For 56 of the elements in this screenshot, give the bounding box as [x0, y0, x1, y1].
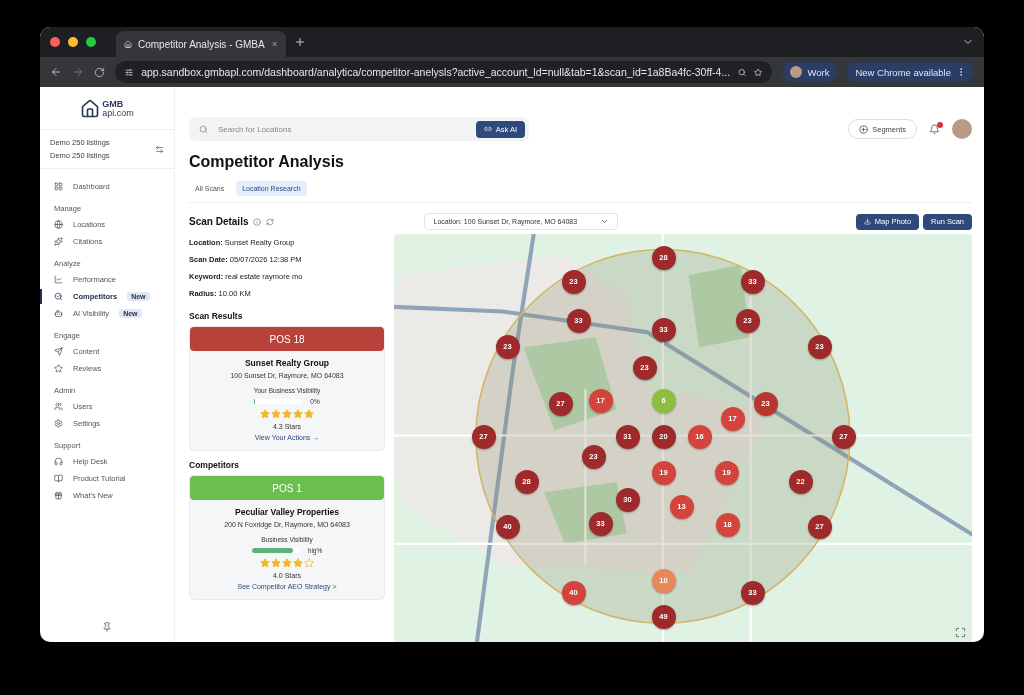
- users-icon: [54, 402, 63, 411]
- star-icon: [271, 409, 281, 419]
- business-name: Sunset Realty Group: [244, 358, 330, 368]
- star-icon: [282, 409, 292, 419]
- chevron-down-icon: [600, 217, 610, 226]
- star-icon: [282, 558, 292, 568]
- avatar[interactable]: [952, 119, 972, 139]
- minimize-dot[interactable]: [68, 37, 78, 47]
- close-icon[interactable]: [270, 39, 278, 49]
- star-icon: [54, 364, 63, 373]
- star-icon: [304, 409, 314, 419]
- switch-icon[interactable]: [155, 144, 164, 154]
- book-icon: [54, 474, 63, 483]
- back-icon[interactable]: [50, 66, 62, 78]
- link-icon: [483, 125, 492, 133]
- pin-icon[interactable]: [102, 622, 112, 632]
- business-name: Peculiar Valley Properties: [235, 507, 339, 517]
- fullscreen-icon[interactable]: [955, 627, 966, 638]
- star-icon: [271, 558, 281, 568]
- gift-icon: [54, 491, 63, 500]
- position-banner: POS 18: [190, 327, 384, 351]
- section-title: Competitors: [189, 460, 241, 470]
- browser-tab[interactable]: Competitor Analysis - GMBA: [116, 31, 286, 57]
- logo: GMB api.com: [40, 99, 174, 130]
- section-title: Scan Details: [189, 216, 249, 227]
- star-icon: [260, 558, 270, 568]
- section-title: Scan Results: [189, 311, 244, 321]
- position-banner: POS 1: [190, 476, 384, 500]
- close-dot[interactable]: [50, 37, 60, 47]
- reload-icon[interactable]: [94, 66, 105, 78]
- page-title: Competitor Analysis: [189, 153, 345, 171]
- plus-circle-icon: [859, 124, 869, 134]
- star-icon: [293, 409, 303, 419]
- info-icon[interactable]: [253, 217, 262, 226]
- sparkle-icon: [54, 237, 63, 246]
- grid-icon: [54, 182, 63, 191]
- globe-icon: [54, 220, 63, 229]
- download-icon: [863, 218, 871, 225]
- update-chip[interactable]: New Chrome available: [847, 62, 974, 82]
- refresh-icon[interactable]: [266, 217, 275, 226]
- profile-chip[interactable]: Work: [782, 62, 838, 82]
- maximize-dot[interactable]: [86, 37, 96, 47]
- star-icon: [260, 409, 270, 419]
- search-icon: [199, 124, 208, 134]
- tab-title: Competitor Analysis - GMBA: [138, 38, 265, 50]
- search-icon: [54, 292, 63, 301]
- bell-icon[interactable]: [929, 123, 940, 135]
- headset-icon: [54, 457, 63, 466]
- robot-icon: [54, 309, 63, 318]
- star-icon: [293, 558, 303, 568]
- send-icon: [54, 347, 63, 356]
- plus-icon[interactable]: [294, 36, 306, 48]
- address-bar[interactable]: app.sandbox.gmbapl.com/dashboard/analytica/competitor-anelysls?active_account_ld=null&tab=1&scan_id=1a8Ba4fc-30ff-4...: [115, 61, 773, 83]
- settings-icon: [54, 419, 63, 428]
- star-icon: [304, 558, 314, 568]
- line-chart-icon: [54, 275, 63, 284]
